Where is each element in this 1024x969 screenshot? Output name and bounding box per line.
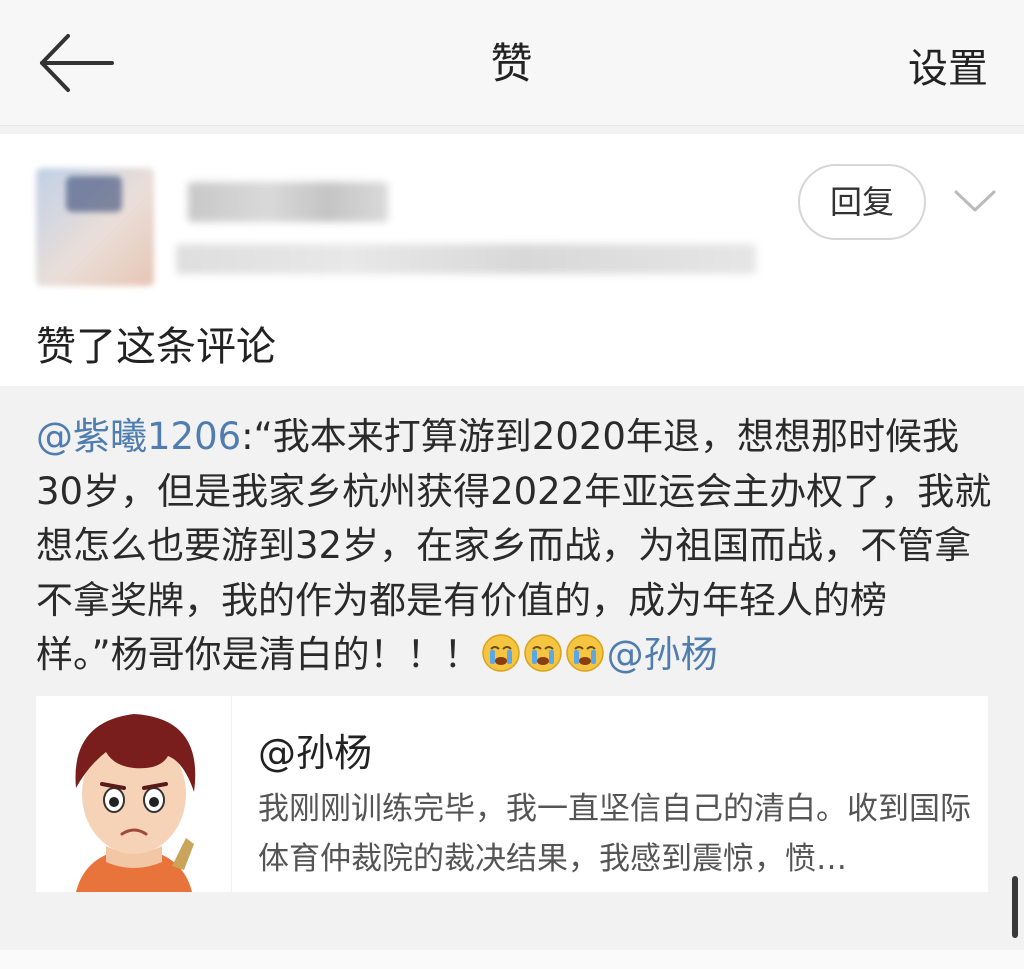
reply-button[interactable]: 回复 (798, 164, 926, 240)
author-mention-link[interactable]: @紫曦1206 (36, 415, 241, 458)
page-title: 赞 (490, 39, 534, 88)
shared-post-thumbnail (36, 696, 232, 892)
crying-face-icon (523, 634, 562, 672)
crying-face-icon (481, 634, 520, 672)
emoji-group (481, 633, 607, 676)
more-options-button[interactable] (952, 186, 998, 216)
avatar[interactable] (36, 168, 154, 286)
like-notification-card: 回复 赞了这条评论 (0, 134, 1024, 386)
scrollbar[interactable] (1012, 876, 1018, 938)
user-name-redacted[interactable] (188, 182, 388, 222)
tail-mention-link[interactable]: @孙杨 (607, 633, 718, 676)
cartoon-avatar-icon (75, 714, 196, 892)
shared-post-title: @孙杨 (258, 731, 373, 775)
comment-separator: : (241, 415, 254, 458)
settings-button[interactable]: 设置 (908, 36, 988, 94)
comment-text: @紫曦1206:“我本来打算游到2020年退，想想那时候我30岁，但是我家乡杭州… (36, 410, 996, 683)
timestamp-redacted (176, 244, 756, 274)
next-item-edge (0, 950, 1024, 969)
chevron-down-icon (954, 190, 996, 212)
crying-face-icon (565, 634, 604, 672)
liked-comment[interactable]: @紫曦1206:“我本来打算游到2020年退，想想那时候我30岁，但是我家乡杭州… (0, 390, 1024, 950)
action-text: 赞了这条评论 (36, 324, 276, 370)
shared-post-card[interactable]: @孙杨 我刚刚训练完毕，我一直坚信自己的清白。收到国际体育仲裁院的裁决结果，我感… (36, 696, 988, 892)
top-bar: 赞 设置 (0, 0, 1024, 126)
shared-post-description: 我刚刚训练完毕，我一直坚信自己的清白。收到国际体育仲裁院的裁决结果，我感到震惊，… (258, 791, 971, 877)
